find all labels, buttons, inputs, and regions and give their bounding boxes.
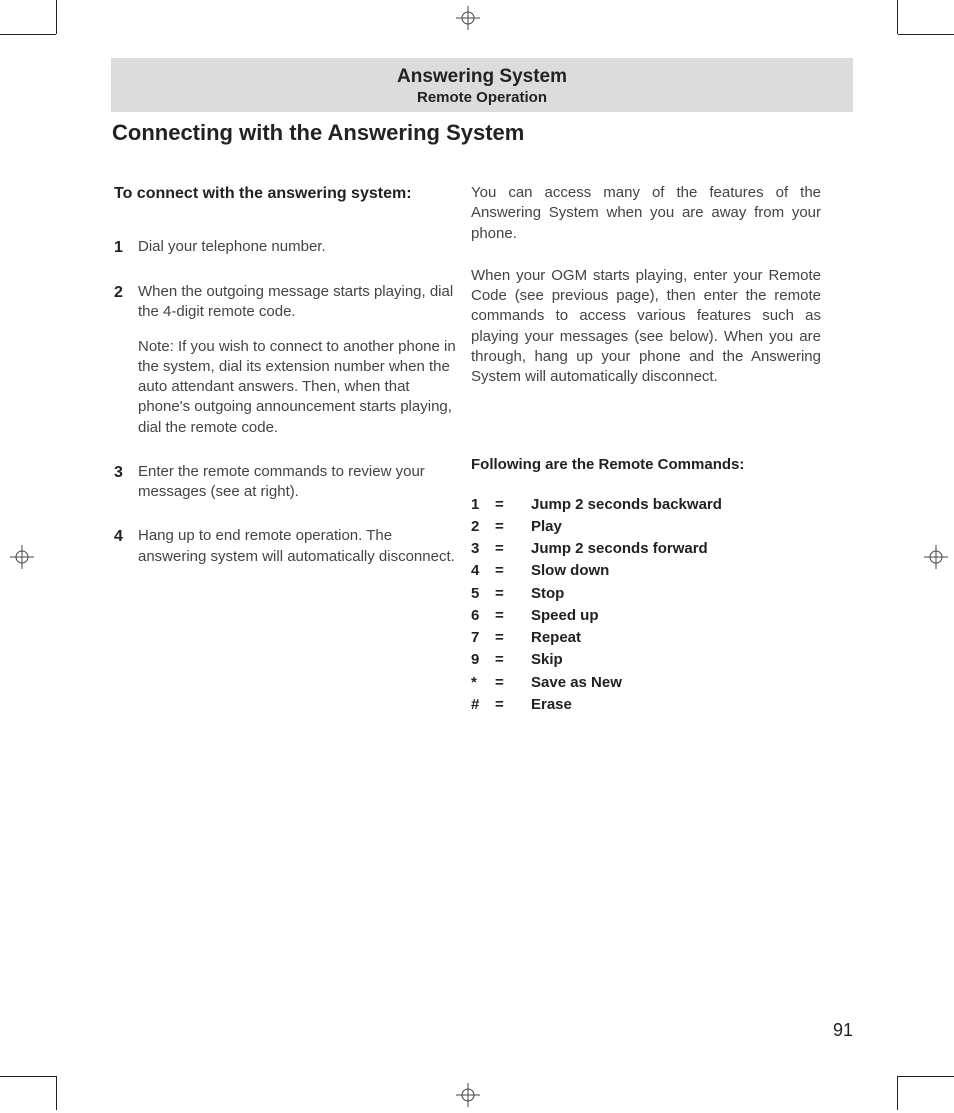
command-eq: = bbox=[489, 694, 531, 716]
command-key: * bbox=[471, 672, 489, 694]
right-column: You can access many of the features of t… bbox=[471, 183, 821, 716]
banner-title: Answering System bbox=[111, 66, 853, 88]
command-row: 1=Jump 2 seconds backward bbox=[471, 494, 722, 516]
registration-mark-icon bbox=[456, 1083, 476, 1103]
command-eq: = bbox=[489, 627, 531, 649]
left-column: To connect with the answering system: 1 … bbox=[114, 183, 464, 591]
command-key: 1 bbox=[471, 494, 489, 516]
crop-mark bbox=[898, 1076, 954, 1077]
command-row: 6=Speed up bbox=[471, 605, 722, 627]
command-key: 9 bbox=[471, 649, 489, 671]
command-desc: Stop bbox=[531, 583, 722, 605]
registration-mark-icon bbox=[456, 6, 476, 26]
command-row: 2=Play bbox=[471, 516, 722, 538]
command-row: *=Save as New bbox=[471, 672, 722, 694]
command-key: 7 bbox=[471, 627, 489, 649]
command-desc: Repeat bbox=[531, 627, 722, 649]
step-4: 4 Hang up to end remote operation. The a… bbox=[114, 526, 464, 567]
command-eq: = bbox=[489, 538, 531, 560]
command-row: 4=Slow down bbox=[471, 560, 722, 582]
step-3: 3 Enter the remote commands to review yo… bbox=[114, 462, 464, 503]
banner-subtitle: Remote Operation bbox=[111, 89, 853, 106]
command-key: # bbox=[471, 694, 489, 716]
command-desc: Jump 2 seconds forward bbox=[531, 538, 722, 560]
command-eq: = bbox=[489, 649, 531, 671]
crop-mark bbox=[56, 1076, 57, 1110]
command-key: 6 bbox=[471, 605, 489, 627]
command-row: 7=Repeat bbox=[471, 627, 722, 649]
command-desc: Save as New bbox=[531, 672, 722, 694]
command-row: 9=Skip bbox=[471, 649, 722, 671]
remote-commands-table: 1=Jump 2 seconds backward 2=Play 3=Jump … bbox=[471, 494, 722, 717]
crop-mark bbox=[0, 1076, 56, 1077]
command-desc: Skip bbox=[531, 649, 722, 671]
command-key: 2 bbox=[471, 516, 489, 538]
command-eq: = bbox=[489, 494, 531, 516]
command-desc: Play bbox=[531, 516, 722, 538]
right-paragraph: You can access many of the features of t… bbox=[471, 183, 821, 244]
command-desc: Slow down bbox=[531, 560, 722, 582]
header-banner: Answering System Remote Operation bbox=[111, 58, 853, 112]
left-lead: To connect with the answering system: bbox=[114, 183, 464, 205]
step-text: When the outgoing message starts playing… bbox=[138, 282, 464, 323]
command-row: 3=Jump 2 seconds forward bbox=[471, 538, 722, 560]
step-2: 2 When the outgoing message starts playi… bbox=[114, 282, 464, 438]
command-key: 5 bbox=[471, 583, 489, 605]
step-note: Note: If you wish to connect to another … bbox=[138, 337, 464, 438]
command-row: #=Erase bbox=[471, 694, 722, 716]
page-number: 91 bbox=[833, 1020, 853, 1041]
step-number: 4 bbox=[114, 526, 138, 567]
command-row: 5=Stop bbox=[471, 583, 722, 605]
registration-mark-icon bbox=[924, 545, 944, 565]
crop-mark bbox=[0, 34, 56, 35]
section-title: Connecting with the Answering System bbox=[112, 120, 524, 146]
registration-mark-icon bbox=[10, 545, 30, 565]
page: Answering System Remote Operation Connec… bbox=[0, 0, 954, 1113]
step-number: 1 bbox=[114, 237, 138, 259]
command-eq: = bbox=[489, 672, 531, 694]
crop-mark bbox=[897, 0, 898, 34]
step-number: 2 bbox=[114, 282, 138, 438]
command-key: 4 bbox=[471, 560, 489, 582]
command-desc: Speed up bbox=[531, 605, 722, 627]
step-1: 1 Dial your telephone number. bbox=[114, 237, 464, 259]
right-paragraph: When your OGM starts playing, enter your… bbox=[471, 266, 821, 388]
step-number: 3 bbox=[114, 462, 138, 503]
crop-mark bbox=[898, 34, 954, 35]
remote-commands-title: Following are the Remote Commands: bbox=[471, 455, 821, 475]
step-text: Hang up to end remote operation. The ans… bbox=[138, 526, 464, 567]
crop-mark bbox=[897, 1076, 898, 1110]
command-eq: = bbox=[489, 516, 531, 538]
command-eq: = bbox=[489, 560, 531, 582]
step-text: Enter the remote commands to review your… bbox=[138, 462, 464, 503]
command-eq: = bbox=[489, 583, 531, 605]
command-desc: Jump 2 seconds backward bbox=[531, 494, 722, 516]
command-key: 3 bbox=[471, 538, 489, 560]
crop-mark bbox=[56, 0, 57, 34]
command-desc: Erase bbox=[531, 694, 722, 716]
command-eq: = bbox=[489, 605, 531, 627]
step-text: Dial your telephone number. bbox=[138, 237, 464, 257]
